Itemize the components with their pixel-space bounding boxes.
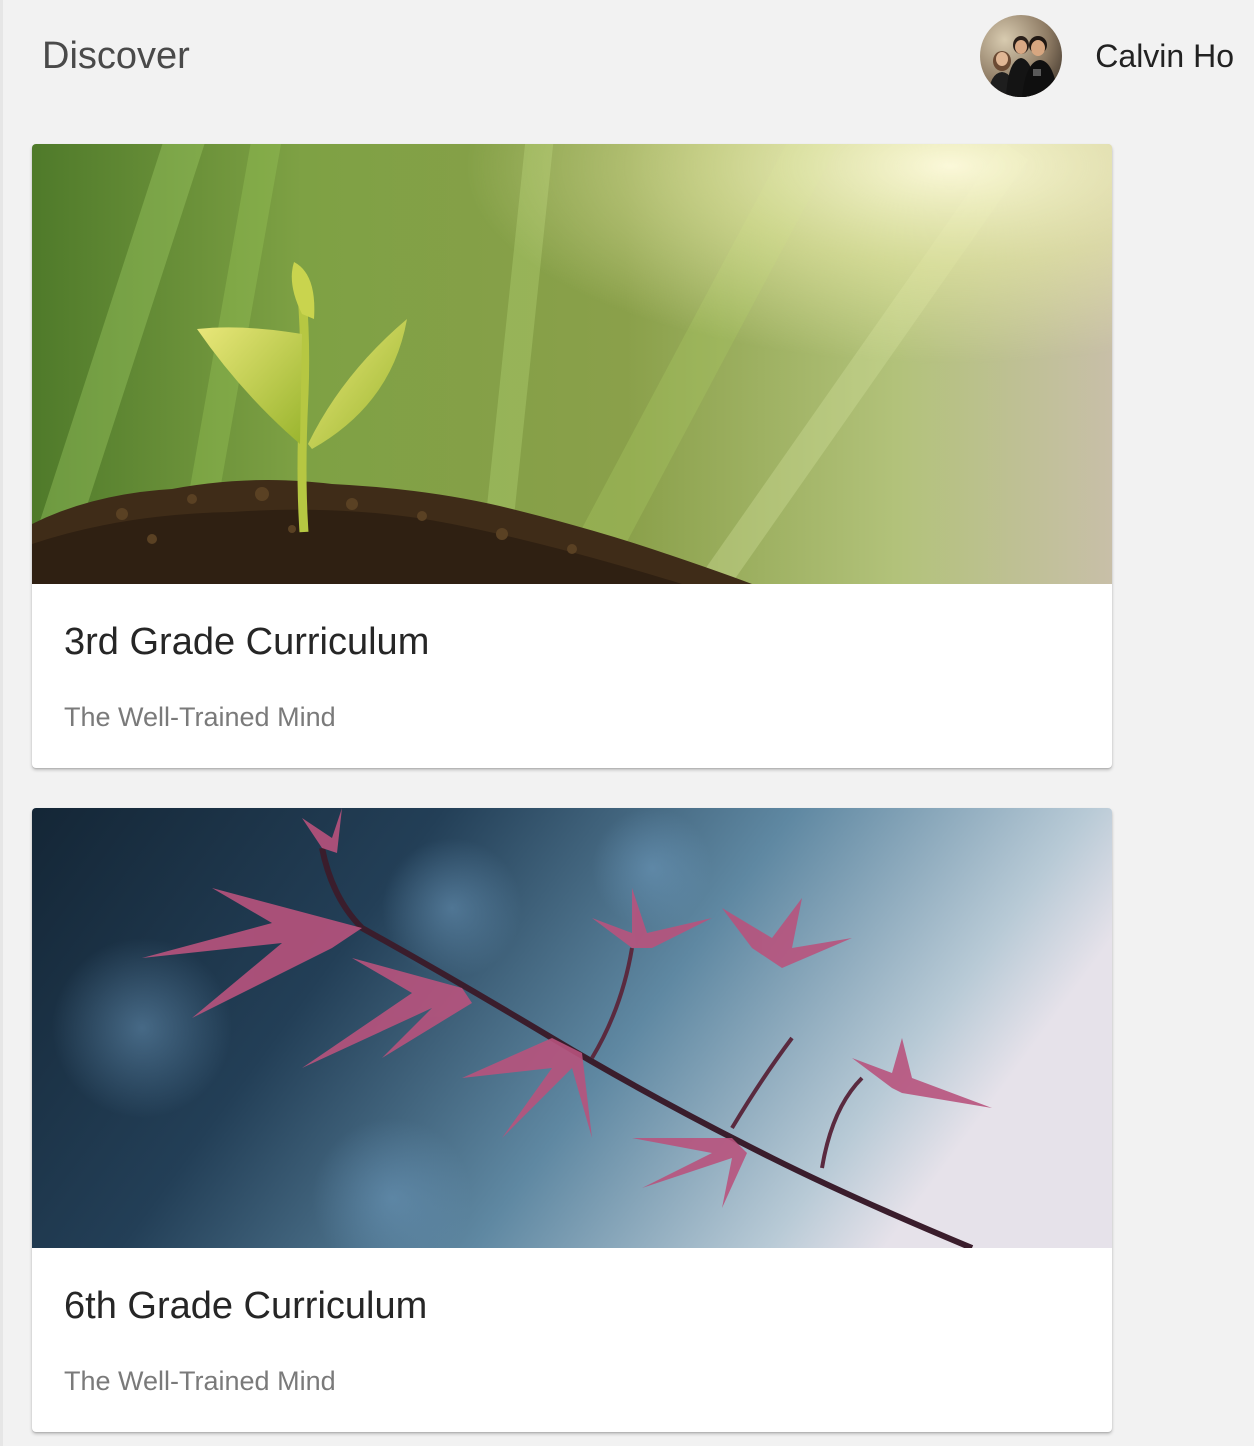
red-maple-branch-photo-icon (32, 808, 1112, 1248)
window-edge (0, 0, 3, 1446)
card-title: 3rd Grade Curriculum (64, 621, 430, 663)
card-subtitle: The Well-Trained Mind (64, 1366, 336, 1396)
card-subtitle: The Well-Trained Mind (64, 702, 336, 732)
card-image[interactable] (32, 144, 1112, 584)
curriculum-card[interactable]: 3rd Grade Curriculum The Well-Trained Mi… (32, 144, 1112, 768)
user-profile[interactable]: Calvin Ho (980, 15, 1234, 97)
curriculum-card[interactable]: 6th Grade Curriculum The Well-Trained Mi… (32, 808, 1112, 1432)
avatar[interactable] (980, 15, 1063, 97)
seedling-photo-icon (32, 144, 1112, 584)
card-title: 6th Grade Curriculum (64, 1285, 428, 1327)
avatar-photo-icon (980, 15, 1063, 97)
app-header: Discover Calvin Ho (0, 0, 1254, 112)
card-image[interactable] (32, 808, 1112, 1248)
page-title: Discover (42, 35, 190, 77)
user-name[interactable]: Calvin Ho (1095, 38, 1234, 75)
